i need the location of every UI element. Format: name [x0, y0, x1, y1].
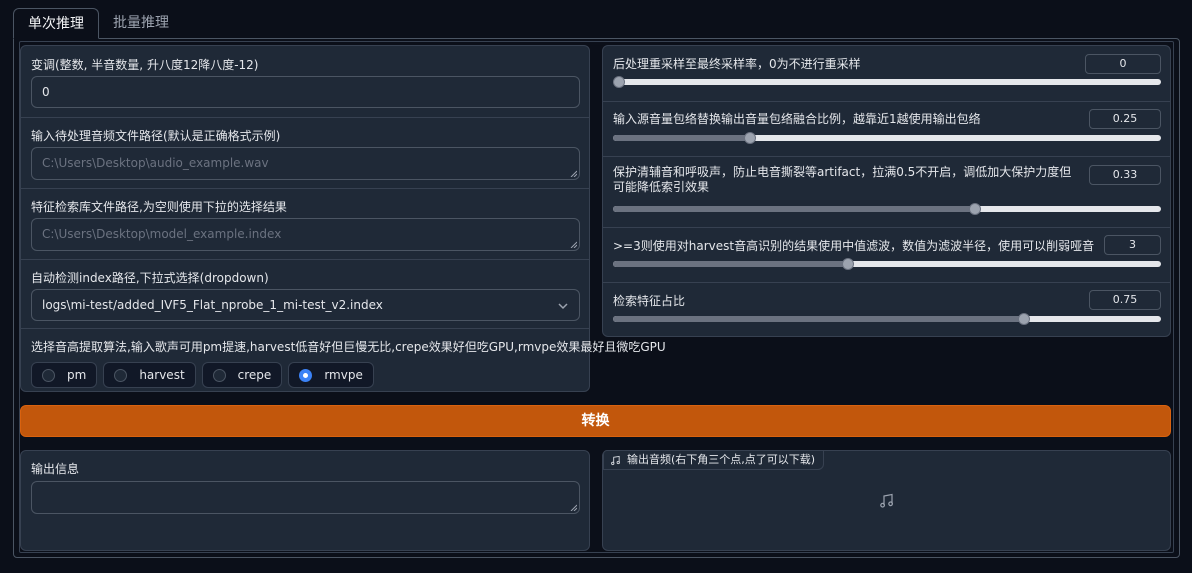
divider — [21, 328, 589, 329]
slider-fill — [613, 261, 848, 267]
radio-dot — [42, 368, 55, 382]
divider — [21, 188, 589, 189]
output-info-textarea[interactable] — [31, 481, 580, 514]
convert-button[interactable]: 转换 — [20, 405, 1171, 437]
index-rate-label: 检索特征占比 — [613, 294, 686, 308]
index-rate-number-input[interactable]: 0.75 — [1089, 290, 1161, 310]
left-settings-block: 变调(整数, 半音数量, 升八度12降八度-12) 0 输入待处理音频文件路径(… — [20, 45, 666, 392]
index-path-placeholder: C:\Users\Desktop\model_example.index — [42, 227, 282, 241]
divider — [603, 282, 1170, 283]
rms-mix-number-input[interactable]: 0.25 — [1089, 109, 1161, 129]
input-path-textarea[interactable]: C:\Users\Desktop\audio_example.wav — [31, 147, 580, 180]
radio-dot-selected — [299, 368, 313, 382]
music-note-icon — [611, 455, 620, 465]
transpose-label: 变调(整数, 半音数量, 升八度12降八度-12) — [31, 58, 259, 72]
divider — [21, 259, 589, 260]
radio-label: rmvpe — [324, 368, 363, 382]
radio-harvest[interactable]: harvest — [103, 362, 196, 388]
index-rate-slider[interactable] — [613, 313, 1161, 325]
output-audio-label: 输出音频(右下角三个点,点了可以下载) — [627, 453, 816, 466]
slider-thumb[interactable] — [744, 132, 756, 144]
slider-thumb[interactable] — [613, 76, 625, 88]
resample-label: 后处理重采样至最终采样率，0为不进行重采样 — [613, 57, 861, 71]
radio-pm[interactable]: pm — [31, 362, 98, 388]
resize-handle-icon[interactable] — [570, 241, 577, 248]
divider — [603, 156, 1170, 157]
slider-fill — [613, 206, 975, 212]
slider-fill — [613, 135, 750, 141]
radio-dot — [114, 368, 128, 382]
transpose-input[interactable]: 0 — [31, 76, 580, 108]
radio-dot — [212, 368, 226, 382]
slider-thumb[interactable] — [968, 203, 981, 215]
resize-handle-icon[interactable] — [570, 170, 577, 177]
music-note-icon — [880, 493, 894, 508]
right-sliders-block: 后处理重采样至最终采样率，0为不进行重采样 0 输入源音量包络替换输出音量包络融… — [602, 45, 1171, 337]
slider-fill — [613, 316, 1024, 322]
resample-number-input[interactable]: 0 — [1085, 54, 1161, 74]
radio-label: pm — [67, 368, 87, 382]
f0-method-label: 选择音高提取算法,输入歌声可用pm提速,harvest低音好但巨慢无比,crep… — [31, 340, 666, 354]
input-path-placeholder: C:\Users\Desktop\audio_example.wav — [42, 156, 269, 170]
output-audio-badge: 输出音频(右下角三个点,点了可以下载) — [603, 450, 825, 470]
index-path-label: 特征检索库文件路径,为空则使用下拉的选择结果 — [31, 200, 287, 214]
protect-slider[interactable] — [613, 203, 1161, 215]
app-window: 单次推理 批量推理 变调(整数, 半音数量, 升八度12降八度-12) 0 输入… — [0, 0, 1192, 573]
output-info-block: 输出信息 — [20, 450, 590, 551]
rms-mix-slider[interactable] — [613, 132, 1161, 144]
chevron-down-icon — [558, 303, 568, 310]
radio-label: crepe — [237, 368, 272, 382]
radio-crepe[interactable]: crepe — [201, 362, 283, 388]
filter-radius-slider[interactable] — [613, 258, 1161, 270]
slider-thumb[interactable] — [841, 258, 854, 270]
divider — [603, 227, 1170, 228]
tab-bar: 单次推理 批量推理 — [13, 8, 183, 39]
filter-radius-label: >=3则使用对harvest音高识别的结果使用中值滤波，数值为滤波半径，使用可以… — [613, 239, 1095, 253]
input-path-label: 输入待处理音频文件路径(默认是正确格式示例) — [31, 129, 281, 143]
divider — [21, 117, 589, 118]
radio-rmvpe[interactable]: rmvpe — [288, 362, 374, 388]
rms-mix-label: 输入源音量包络替换输出音量包络融合比例，越靠近1越使用输出包络 — [613, 112, 981, 126]
protect-number-input[interactable]: 0.33 — [1089, 165, 1161, 185]
index-path-textarea[interactable]: C:\Users\Desktop\model_example.index — [31, 218, 580, 251]
divider — [603, 101, 1170, 102]
tab-batch-inference[interactable]: 批量推理 — [99, 8, 183, 39]
protect-label: 保护清辅音和呼吸声，防止电音撕裂等artifact，拉满0.5不开启，调低加大保… — [613, 165, 1072, 194]
radio-label: harvest — [139, 368, 185, 382]
index-dropdown-label: 自动检测index路径,下拉式选择(dropdown) — [31, 271, 269, 285]
f0-method-radio-group: pm harvest crepe rmvpe — [31, 362, 374, 388]
resize-handle-icon[interactable] — [570, 504, 577, 511]
filter-radius-number-input[interactable]: 3 — [1104, 235, 1161, 255]
index-dropdown-select[interactable]: logs\mi-test/added_IVF5_Flat_nprobe_1_mi… — [31, 289, 580, 321]
slider-thumb[interactable] — [1018, 313, 1030, 325]
tab-single-inference[interactable]: 单次推理 — [13, 8, 99, 39]
output-info-label: 输出信息 — [31, 462, 80, 476]
resample-slider[interactable] — [613, 76, 1161, 88]
index-dropdown-value: logs\mi-test/added_IVF5_Flat_nprobe_1_mi… — [42, 298, 383, 312]
